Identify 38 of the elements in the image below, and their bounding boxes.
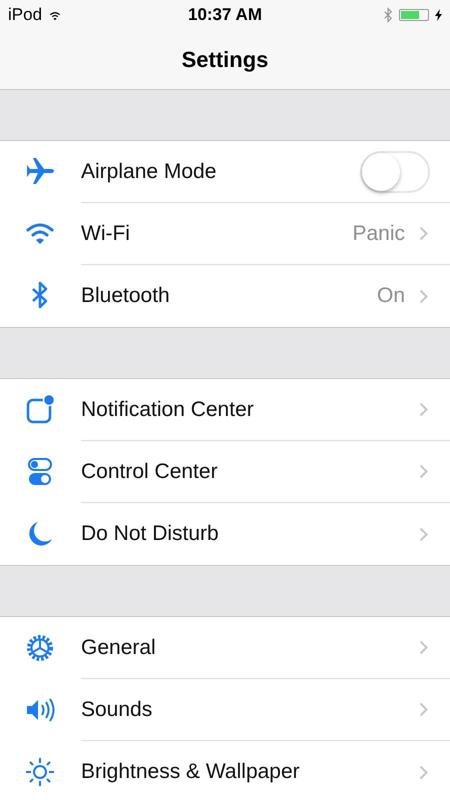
chevron-icon xyxy=(419,702,428,717)
toggle-switch[interactable] xyxy=(360,150,430,192)
row-label: General xyxy=(81,636,157,660)
row-label: Control Center xyxy=(81,460,219,484)
settings-row[interactable]: Notification Center xyxy=(0,379,450,441)
settings-row[interactable]: General xyxy=(0,617,450,679)
row-label: Do Not Disturb xyxy=(81,522,220,546)
settings-row[interactable]: Bluetooth On xyxy=(0,265,450,327)
settings-row[interactable]: Control Center xyxy=(0,441,450,503)
row-label: Sounds xyxy=(81,698,154,722)
row-value: Panic xyxy=(352,222,405,246)
carrier-name: iPod xyxy=(8,5,42,25)
chevron-icon xyxy=(419,402,428,417)
status-time: 10:37 AM xyxy=(188,5,262,25)
settings-row[interactable]: Wi-Fi Panic xyxy=(0,203,450,265)
row-value: On xyxy=(376,284,405,308)
row-label: Brightness & Wallpaper xyxy=(81,760,301,784)
screen-title: Settings xyxy=(182,46,268,72)
row-label: Bluetooth xyxy=(81,284,171,308)
sun-icon xyxy=(24,756,56,788)
settings-row[interactable]: Brightness & Wallpaper xyxy=(0,741,450,800)
row-label: Wi-Fi xyxy=(81,222,131,246)
lightning-icon xyxy=(434,9,442,21)
chevron-icon xyxy=(419,464,428,479)
gear-icon xyxy=(24,632,56,664)
row-label: Airplane Mode xyxy=(81,160,218,184)
chevron-icon xyxy=(419,526,428,542)
settings-row[interactable]: Sounds xyxy=(0,679,450,741)
chevron-icon xyxy=(419,226,428,241)
battery-icon xyxy=(398,9,429,21)
chevron-icon xyxy=(419,640,428,655)
notification-icon xyxy=(24,394,56,426)
row-label: Notification Center xyxy=(81,398,255,422)
chevron-icon xyxy=(419,288,428,304)
wifi-icon xyxy=(48,10,62,20)
settings-row[interactable]: Do Not Disturb xyxy=(0,503,450,565)
chevron-icon xyxy=(419,764,428,780)
bluetooth-icon xyxy=(382,7,393,23)
